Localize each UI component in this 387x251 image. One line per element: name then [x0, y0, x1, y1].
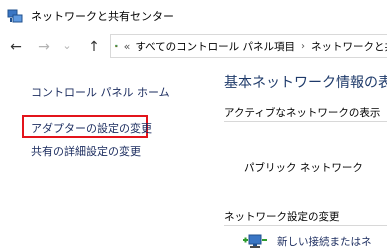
forward-button[interactable]: →: [34, 37, 54, 57]
network-sharing-icon: [7, 9, 23, 23]
new-connection-icon: [243, 234, 267, 248]
address-bar[interactable]: « すべてのコントロール パネル項目 › ネットワークと共: [110, 34, 387, 58]
change-settings-label: ネットワーク設定の変更: [224, 211, 340, 223]
window-title: ネットワークと共有センター: [31, 10, 174, 23]
breadcrumb-all-control-panel-items[interactable]: すべてのコントロール パネル項目: [135, 39, 295, 54]
active-networks-label: アクティブなネットワークの表示: [224, 107, 381, 119]
sidebar-link-control-panel-home[interactable]: コントロール パネル ホーム: [31, 84, 170, 100]
up-arrow-icon: ↑: [88, 39, 100, 55]
sidebar-link-change-adapter-settings[interactable]: アダプターの設定の変更: [31, 120, 152, 136]
breadcrumb-separator-icon[interactable]: ›: [301, 41, 305, 52]
back-button[interactable]: ←: [6, 37, 26, 57]
up-button[interactable]: ↑: [84, 37, 104, 57]
page-title: 基本ネットワーク情報の表: [224, 75, 387, 91]
control-panel-icon: [115, 44, 118, 48]
new-connection-label: 新しい接続またはネ: [277, 235, 372, 248]
recent-locations-button[interactable]: ⌄: [60, 35, 74, 55]
forward-arrow-icon: →: [38, 39, 50, 55]
new-connection-link[interactable]: 新しい接続またはネ: [243, 233, 372, 249]
divider: [224, 121, 387, 122]
breadcrumb-overflow-icon[interactable]: «: [124, 40, 131, 53]
chevron-down-icon: ⌄: [62, 38, 72, 52]
back-arrow-icon: ←: [10, 39, 22, 55]
sidebar-link-advanced-sharing-settings[interactable]: 共有の詳細設定の変更: [31, 143, 141, 159]
title-bar: ネットワークと共有センター: [0, 0, 387, 32]
network-name: パブリック ネットワーク: [244, 162, 363, 174]
navigation-bar: ← → ⌄ ↑ « すべてのコントロール パネル項目 › ネットワークと共: [0, 34, 387, 60]
divider: [224, 225, 387, 226]
breadcrumb-network-sharing-center[interactable]: ネットワークと共: [311, 39, 387, 54]
